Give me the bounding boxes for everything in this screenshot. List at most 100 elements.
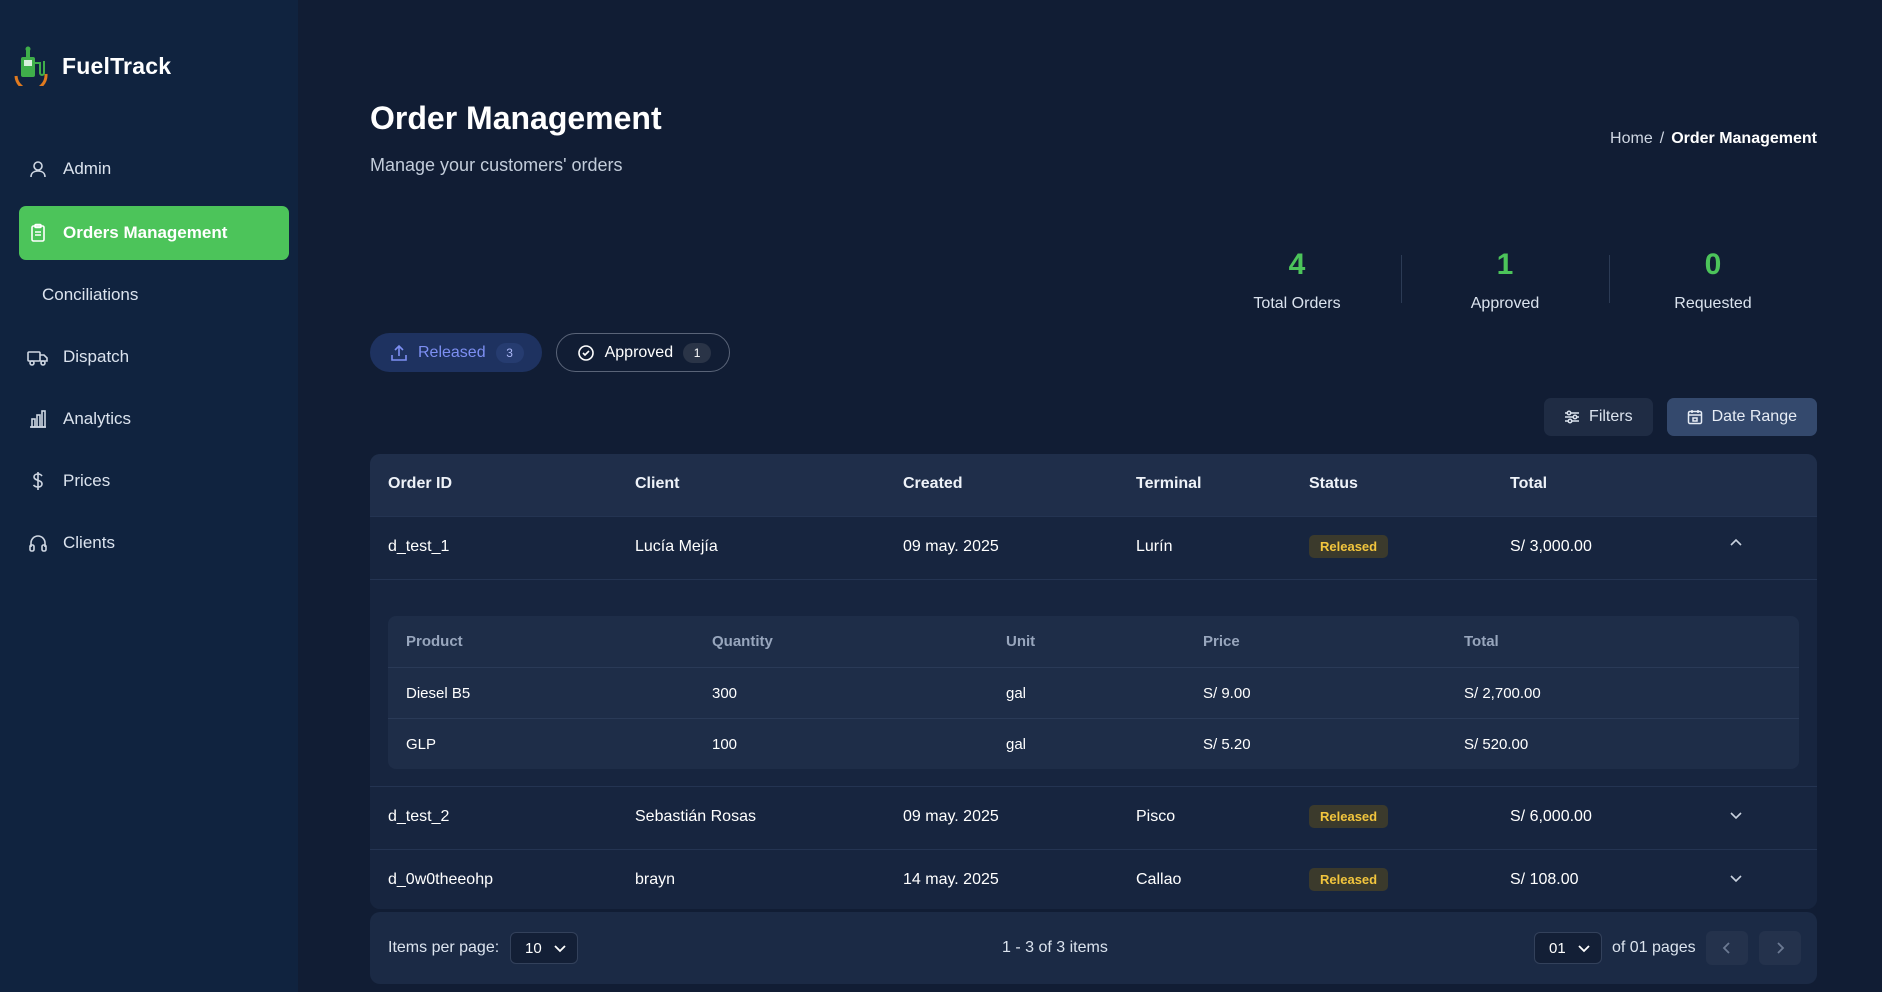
bar-chart-icon [27, 408, 49, 430]
column-header-client[interactable]: Client [635, 475, 679, 493]
created-date: 14 may. 2025 [903, 871, 999, 888]
page-select[interactable]: 01 [1534, 932, 1602, 964]
sidebar-item-admin[interactable]: Admin [19, 142, 289, 196]
stats-summary: 4 Total Orders 1 Approved 0 Requested [1193, 245, 1817, 313]
order-total: S/ 108.00 [1510, 871, 1579, 888]
sidebar-item-label: Orders Management [63, 223, 228, 242]
stat-value: 4 [1288, 248, 1306, 281]
chevron-down-icon[interactable] [1728, 807, 1744, 828]
item-total: S/ 520.00 [1464, 736, 1529, 753]
items-column-quantity: Quantity [712, 633, 773, 650]
stat-approved: 1 Approved [1401, 245, 1609, 313]
sidebar-item-label: Prices [63, 471, 111, 490]
stat-label: Approved [1470, 295, 1540, 312]
dollar-icon [27, 470, 49, 492]
brand[interactable]: FuelTrack [12, 46, 171, 86]
pagination-bar: Items per page: 10 1 - 3 of 3 items 01 o… [370, 912, 1817, 984]
stat-value: 0 [1704, 248, 1722, 281]
item-price: S/ 5.20 [1203, 736, 1251, 753]
chip-count: 1 [683, 342, 712, 363]
stat-value: 1 [1496, 248, 1514, 281]
sidebar-item-conciliations[interactable]: Conciliations [19, 268, 289, 322]
chip-approved[interactable]: Approved 1 [555, 333, 731, 372]
client-name: Lucía Mejía [635, 538, 718, 555]
sidebar-item-label: Analytics [63, 409, 132, 428]
items-per-page-label: Items per page: [388, 939, 500, 956]
chevron-up-icon[interactable] [1728, 535, 1744, 556]
order-total: S/ 3,000.00 [1510, 538, 1592, 555]
filters-button[interactable]: Filters [1544, 398, 1653, 436]
sidebar: FuelTrack Admin Orders Management Concil… [0, 0, 298, 992]
upload-icon [391, 344, 407, 361]
page-title: Order Management [370, 100, 662, 136]
table-row[interactable]: d_test_2 Sebastián Rosas 09 may. 2025 Pi… [370, 786, 1817, 849]
column-header-terminal[interactable]: Terminal [1136, 475, 1202, 493]
sidebar-item-orders-management[interactable]: Orders Management [19, 206, 289, 260]
table-row[interactable]: d_test_1 Lucía Mejía 09 may. 2025 Lurín … [370, 516, 1817, 579]
order-detail-panel: Product Quantity Unit Price Total Diesel… [370, 579, 1817, 789]
item-product: GLP [406, 736, 437, 753]
column-header-total[interactable]: Total [1510, 475, 1547, 493]
brand-name: FuelTrack [62, 52, 172, 79]
sidebar-item-prices[interactable]: Prices [19, 454, 289, 508]
table-actions: Filters Date Range [1544, 398, 1817, 436]
item-row: Diesel B5 300 gal S/ 9.00 S/ 2,700.00 [388, 667, 1799, 718]
item-product: Diesel B5 [406, 685, 471, 702]
item-total: S/ 2,700.00 [1464, 685, 1541, 702]
page-count: of 01 pages [1612, 939, 1696, 956]
sidebar-item-label: Admin [63, 159, 112, 178]
status-badge: Released [1309, 535, 1389, 558]
item-row: GLP 100 gal S/ 5.20 S/ 520.00 [388, 718, 1799, 769]
item-unit: gal [1006, 685, 1027, 702]
clipboard-icon [27, 222, 49, 244]
status-badge: Released [1309, 805, 1389, 828]
breadcrumb-current: Order Management [1671, 130, 1817, 147]
page-value: 01 [1549, 939, 1566, 957]
items-per-page-select[interactable]: 10 [510, 932, 578, 964]
headphones-icon [27, 532, 49, 554]
terminal: Pisco [1136, 808, 1176, 825]
chevron-down-icon[interactable] [1728, 870, 1744, 891]
breadcrumb-home[interactable]: Home [1610, 130, 1653, 148]
item-unit: gal [1006, 736, 1027, 753]
status-badge: Released [1309, 868, 1389, 891]
sidebar-item-analytics[interactable]: Analytics [19, 392, 289, 446]
order-total: S/ 6,000.00 [1510, 808, 1592, 825]
chip-label: Released [418, 343, 486, 361]
created-date: 09 may. 2025 [903, 538, 999, 555]
sliders-icon [1565, 410, 1580, 424]
next-page-button[interactable] [1759, 931, 1801, 965]
breadcrumb: Home / Order Management [1610, 130, 1817, 148]
items-column-product: Product [406, 633, 463, 650]
date-range-label: Date Range [1711, 408, 1797, 425]
item-quantity: 300 [712, 685, 738, 702]
page-subtitle: Manage your customers' orders [370, 155, 623, 175]
item-price: S/ 9.00 [1203, 685, 1251, 702]
chip-count: 3 [495, 342, 524, 363]
chevron-down-icon [1578, 945, 1590, 953]
sidebar-item-dispatch[interactable]: Dispatch [19, 330, 289, 384]
truck-icon [27, 346, 49, 368]
check-circle-icon [577, 344, 594, 361]
order-id: d_0w0theeohp [388, 871, 493, 888]
client-name: Sebastián Rosas [635, 808, 756, 825]
chip-label: Approved [604, 343, 674, 361]
column-header-order-id[interactable]: Order ID [388, 475, 452, 493]
chevron-right-icon [1777, 942, 1785, 954]
chip-released[interactable]: Released 3 [370, 333, 542, 372]
orders-table: Order ID Client Created Terminal Status … [370, 454, 1817, 909]
terminal: Callao [1136, 871, 1182, 888]
chevron-down-icon [554, 945, 566, 953]
column-header-status[interactable]: Status [1309, 475, 1358, 493]
column-header-created[interactable]: Created [903, 475, 963, 493]
date-range-button[interactable]: Date Range [1666, 398, 1817, 436]
filters-label: Filters [1589, 408, 1633, 425]
table-row[interactable]: d_0w0theeohp brayn 14 may. 2025 Callao R… [370, 849, 1817, 909]
sidebar-item-label: Clients [63, 533, 115, 552]
status-filter-chips: Released 3 Approved 1 [370, 333, 731, 372]
items-per-page-value: 10 [525, 939, 542, 957]
user-icon [27, 158, 49, 180]
sidebar-item-clients[interactable]: Clients [19, 516, 289, 570]
previous-page-button[interactable] [1706, 931, 1748, 965]
stat-label: Total Orders [1253, 295, 1341, 312]
